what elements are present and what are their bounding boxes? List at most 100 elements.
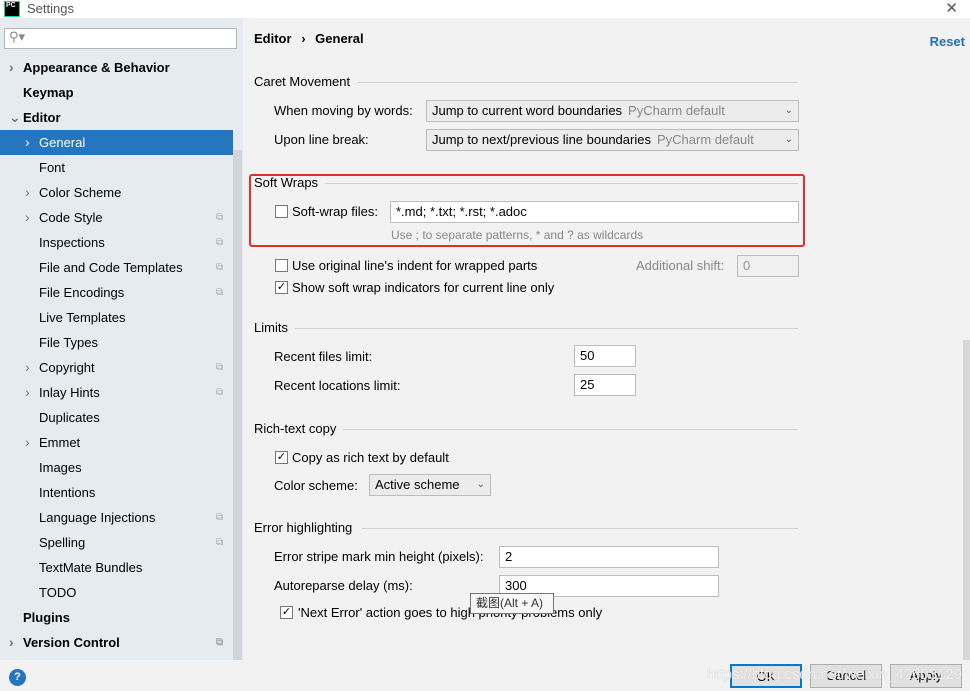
- tooltip: 截图(Alt + A): [470, 593, 554, 614]
- next-error-label: 'Next Error' action goes to high priorit…: [298, 605, 603, 620]
- sidebar-scrollbar[interactable]: [233, 150, 242, 660]
- sidebar-item-label: Color Scheme: [39, 185, 122, 200]
- breadcrumb-general: General: [315, 31, 364, 46]
- sidebar-item-appearance-behavior[interactable]: › Appearance & Behavior: [0, 55, 233, 80]
- color-scheme-label: Color scheme:: [274, 478, 358, 493]
- indent-label: Use original line's indent for wrapped p…: [292, 258, 538, 273]
- stripe-input[interactable]: 2: [499, 546, 719, 568]
- rich-copy-label: Copy as rich text by default: [292, 450, 449, 465]
- sidebar-item-label: Appearance & Behavior: [23, 60, 170, 75]
- project-settings-icon: ⧉: [216, 387, 224, 398]
- sidebar-item-live-templates[interactable]: Live Templates: [0, 305, 233, 330]
- indicators-checkbox[interactable]: ✓: [275, 281, 288, 294]
- chevron-right-icon[interactable]: ›: [25, 430, 30, 455]
- main-scrollbar[interactable]: [963, 340, 970, 660]
- chevron-right-icon[interactable]: ›: [25, 205, 30, 230]
- sidebar-item-font[interactable]: Font: [0, 155, 233, 180]
- project-settings-icon: ⧉: [216, 537, 224, 548]
- chevron-right-icon[interactable]: ›: [25, 355, 30, 380]
- break-value: Jump to next/previous line boundaries: [432, 132, 651, 147]
- sidebar-item-label: File Types: [39, 335, 99, 350]
- settings-sidebar: ⚲▾ › Appearance & Behavior Keymap ⌄ Editor › G…: [0, 18, 243, 660]
- sidebar-item-label: TextMate Bundles: [39, 560, 143, 575]
- sidebar-item-language-injections[interactable]: Language Injections ⧉: [0, 505, 233, 530]
- sidebar-item-label: Editor: [23, 110, 61, 125]
- sidebar-item-copyright[interactable]: › Copyright ⧉: [0, 355, 233, 380]
- break-label: Upon line break:: [274, 132, 369, 147]
- sidebar-item-label: Live Templates: [39, 310, 126, 325]
- sidebar-item-duplicates[interactable]: Duplicates: [0, 405, 233, 430]
- project-settings-icon: ⧉: [216, 237, 224, 248]
- next-error-checkbox[interactable]: ✓: [280, 606, 293, 619]
- break-hint: PyCharm default: [656, 132, 754, 147]
- chevron-down-icon: ⌄: [784, 134, 793, 145]
- chevron-right-icon[interactable]: ›: [25, 180, 30, 205]
- sidebar-item-label: Plugins: [23, 610, 70, 625]
- softwrap-files-label: Soft-wrap files:: [292, 204, 378, 219]
- project-settings-icon: ⧉: [216, 637, 224, 648]
- help-button[interactable]: ?: [9, 669, 26, 686]
- chevron-down-icon[interactable]: ⌄: [9, 105, 21, 130]
- sidebar-item-label: Language Injections: [39, 510, 156, 525]
- sidebar-item-inlay-hints[interactable]: › Inlay Hints ⧉: [0, 380, 233, 405]
- sidebar-item-label: File and Code Templates: [39, 260, 183, 275]
- sidebar-item-editor[interactable]: ⌄ Editor: [0, 105, 233, 130]
- sidebar-item-label: File Encodings: [39, 285, 125, 300]
- indent-checkbox[interactable]: [275, 259, 288, 272]
- softwraps-section-title: Soft Wraps: [254, 175, 319, 190]
- sidebar-item-label: Keymap: [23, 85, 74, 100]
- title-bar: PC Settings ✕: [0, 0, 970, 18]
- sidebar-item-intentions[interactable]: Intentions: [0, 480, 233, 505]
- shift-input[interactable]: 0: [737, 255, 799, 277]
- sidebar-item-images[interactable]: Images: [0, 455, 233, 480]
- errors-section-title: Error highlighting: [254, 520, 353, 535]
- sidebar-item-todo[interactable]: TODO: [0, 580, 233, 605]
- sidebar-item-label: Code Style: [39, 210, 103, 225]
- caret-section-title: Caret Movement: [254, 74, 351, 89]
- sidebar-item-file-types[interactable]: File Types: [0, 330, 233, 355]
- indicators-label: Show soft wrap indicators for current li…: [292, 280, 555, 295]
- divider: [362, 528, 798, 529]
- sidebar-item-textmate-bundles[interactable]: TextMate Bundles: [0, 555, 233, 580]
- softwrap-files-input[interactable]: *.md; *.txt; *.rst; *.adoc: [390, 201, 799, 223]
- sidebar-item-spelling[interactable]: Spelling ⧉: [0, 530, 233, 555]
- sidebar-item-color-scheme[interactable]: › Color Scheme: [0, 180, 233, 205]
- sidebar-item-label: Emmet: [39, 435, 81, 450]
- sidebar-item-file-and-code-templates[interactable]: File and Code Templates ⧉: [0, 255, 233, 280]
- sidebar-item-code-style[interactable]: › Code Style ⧉: [0, 205, 233, 230]
- breadcrumb-separator: ›: [301, 31, 306, 46]
- sidebar-item-label: General: [39, 135, 86, 150]
- rich-copy-checkbox[interactable]: ✓: [275, 451, 288, 464]
- softwrap-files-checkbox[interactable]: [275, 205, 288, 218]
- sidebar-item-general[interactable]: › General: [0, 130, 233, 155]
- words-value: Jump to current word boundaries: [432, 103, 623, 118]
- sidebar-item-emmet[interactable]: › Emmet: [0, 430, 233, 455]
- color-scheme-combo[interactable]: Active scheme ⌄: [369, 474, 491, 496]
- sidebar-item-version-control[interactable]: › Version Control ⧉: [0, 630, 233, 655]
- recent-locations-input[interactable]: 25: [574, 374, 636, 396]
- chevron-right-icon[interactable]: ›: [9, 630, 14, 655]
- reset-link[interactable]: Reset: [930, 34, 965, 49]
- window-title: Settings: [27, 1, 74, 16]
- sidebar-item-label: Inlay Hints: [39, 385, 100, 400]
- sidebar-item-label: Font: [39, 160, 66, 175]
- recent-files-input[interactable]: 50: [574, 345, 636, 367]
- sidebar-item-plugins[interactable]: Plugins: [0, 605, 233, 630]
- divider: [358, 82, 798, 83]
- break-combo[interactable]: Jump to next/previous line boundaries PyC…: [426, 129, 799, 151]
- sidebar-item-label: Inspections: [39, 235, 105, 250]
- chevron-right-icon[interactable]: ›: [25, 380, 30, 405]
- sidebar-item-inspections[interactable]: Inspections ⧉: [0, 230, 233, 255]
- divider: [325, 183, 798, 184]
- close-icon[interactable]: ✕: [945, 0, 958, 17]
- chevron-right-icon[interactable]: ›: [25, 130, 30, 155]
- sidebar-item-file-encodings[interactable]: File Encodings ⧉: [0, 280, 233, 305]
- project-settings-icon: ⧉: [216, 362, 224, 373]
- color-scheme-value: Active scheme: [375, 477, 460, 492]
- words-combo[interactable]: Jump to current word boundaries PyCharm d…: [426, 100, 799, 122]
- sidebar-item-keymap[interactable]: Keymap: [0, 80, 233, 105]
- search-input[interactable]: ⚲▾: [4, 28, 237, 49]
- sidebar-item-label: TODO: [39, 585, 77, 600]
- chevron-right-icon[interactable]: ›: [9, 55, 14, 80]
- recent-files-label: Recent files limit:: [274, 349, 373, 364]
